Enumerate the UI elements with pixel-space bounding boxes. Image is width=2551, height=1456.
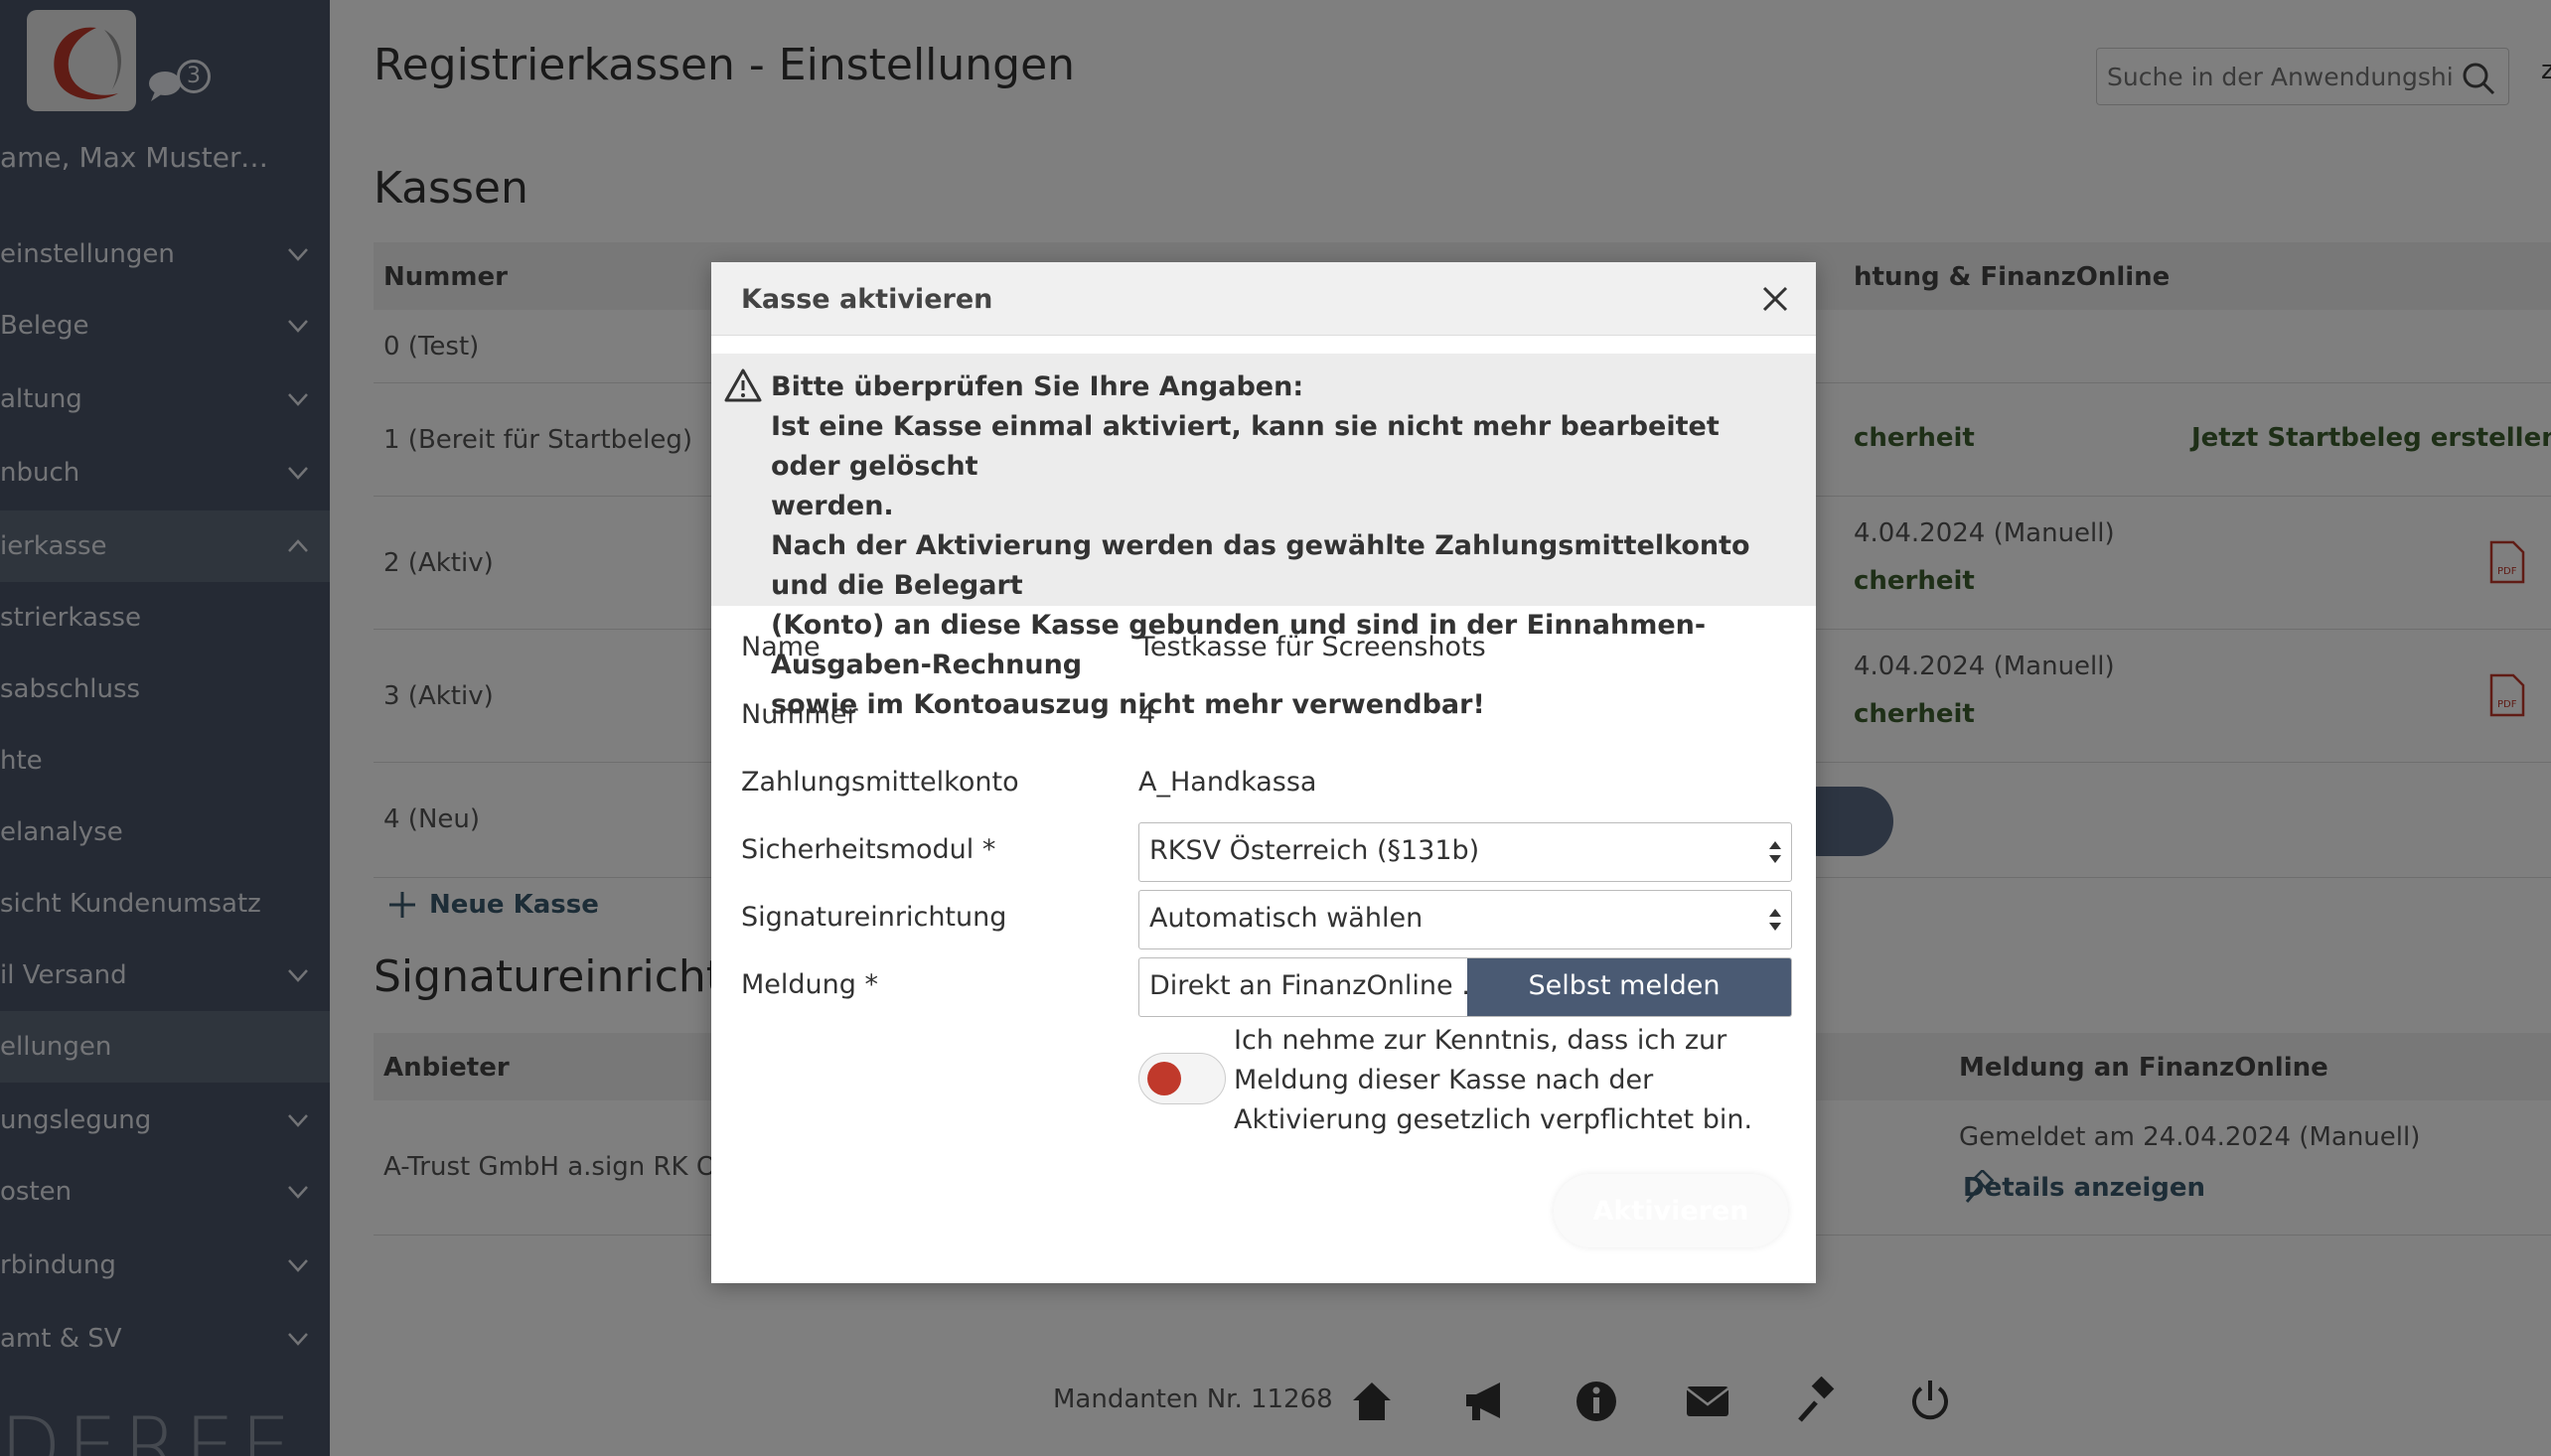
acknowledge-text: Ich nehme zur Kenntnis, dass ich zur Mel… — [1234, 1025, 1753, 1135]
dialog-header: Kasse aktivieren — [711, 262, 1816, 336]
warning-line: Nach der Aktivierung werden das gewählte… — [771, 530, 1750, 601]
name-value: Testkasse für Screenshots — [1138, 632, 1486, 662]
warning-line: Ist eine Kasse einmal aktiviert, kann si… — [771, 411, 1720, 482]
dialog-title: Kasse aktivieren — [741, 284, 993, 315]
meldung-segmented-control: Direkt an FinanzOnline … Selbst melden — [1138, 957, 1792, 1017]
meldung-option-finanzonline[interactable]: Direkt an FinanzOnline … — [1139, 958, 1467, 1016]
kasse-aktivieren-dialog: Kasse aktivieren Bitte überprüfen Sie Ih… — [711, 262, 1816, 1283]
sort-arrows-icon — [1767, 839, 1783, 872]
konto-value: A_Handkassa — [1138, 767, 1317, 798]
warning-line: sowie im Kontoauszug nicht mehr verwendb… — [771, 689, 1485, 720]
sicherheitsmodul-value: RKSV Österreich (§131b) — [1149, 835, 1480, 866]
sicherheitsmodul-label: Sicherheitsmodul * — [741, 834, 996, 865]
warning-box: Bitte überprüfen Sie Ihre Angaben: Ist e… — [711, 354, 1816, 720]
meldung-option-selbst[interactable]: Selbst melden — [1467, 958, 1791, 1016]
meldung-label: Meldung * — [741, 969, 878, 1000]
nummer-label: Nummer — [741, 699, 858, 730]
warning-line: Bitte überprüfen Sie Ihre Angaben: — [771, 371, 1304, 402]
sicherheitsmodul-select[interactable]: RKSV Österreich (§131b) — [1138, 822, 1792, 882]
toggle-knob — [1147, 1062, 1181, 1095]
signatureinrichtung-select[interactable]: Automatisch wählen — [1138, 890, 1792, 949]
signatureinrichtung-value: Automatisch wählen — [1149, 903, 1424, 934]
sort-arrows-icon — [1767, 907, 1783, 940]
name-label: Name — [741, 632, 821, 662]
warning-line: werden. — [771, 491, 894, 521]
warning-icon — [723, 367, 763, 407]
acknowledge-toggle[interactable] — [1138, 1053, 1226, 1104]
signatureinrichtung-label: Signatureinrichtung — [741, 902, 1007, 933]
konto-label: Zahlungsmittelkonto — [741, 767, 1019, 798]
close-icon[interactable] — [1760, 284, 1790, 314]
aktivieren-button[interactable]: Aktivieren — [1554, 1174, 1788, 1247]
nummer-value: 4 — [1138, 699, 1156, 730]
